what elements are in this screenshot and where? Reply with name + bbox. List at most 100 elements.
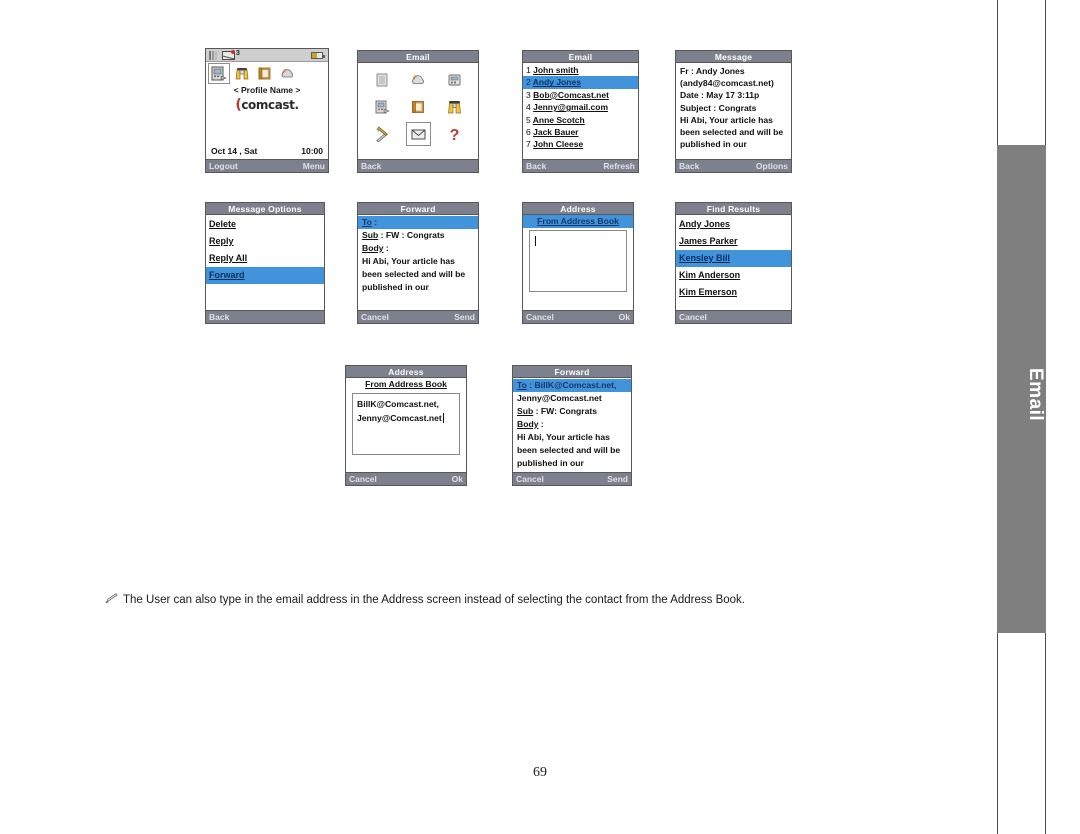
softkey-refresh[interactable]: Refresh <box>603 160 635 172</box>
list-item[interactable]: 4 Jenny@gmail.com <box>523 101 638 113</box>
screen-title: Find Results <box>676 203 791 215</box>
softkey-ok[interactable]: Ok <box>452 473 463 485</box>
list-item[interactable]: 6 Jack Bauer <box>523 126 638 138</box>
svg-text:?: ? <box>449 127 459 142</box>
item-label: Anne Scotch <box>532 114 585 125</box>
softkey-back[interactable]: Back <box>526 160 546 172</box>
idle-time: 10:00 <box>301 146 323 157</box>
message-line: (andy84@comcast.net) <box>680 78 774 89</box>
item-label: John Cleese <box>533 139 584 150</box>
softkey-bar: Back Refresh <box>523 159 638 172</box>
weather-cloud-icon[interactable] <box>280 66 296 81</box>
softkey-bar: Back <box>358 159 478 172</box>
softkey-bar: Cancel Ok <box>523 310 633 323</box>
menu-item-empty <box>206 284 324 301</box>
item-number: 4 <box>526 102 531 113</box>
item-label: Andy Jones <box>532 77 581 88</box>
sub-label: Sub <box>362 230 379 240</box>
address-input[interactable] <box>529 230 627 292</box>
menu-item-forward[interactable]: Forward <box>206 267 324 284</box>
softkey-cancel[interactable]: Cancel <box>516 473 544 485</box>
menu-item-reply-all[interactable]: Reply All <box>206 250 324 267</box>
list-item[interactable]: 3 Bob@Comcast.net <box>523 89 638 101</box>
menu-item-reply[interactable]: Reply <box>206 233 324 250</box>
section-tab-email: Email <box>997 145 1046 633</box>
section-tab-label: Email <box>1025 368 1046 422</box>
profile-name: < Profile Name > <box>233 85 301 95</box>
softkey-back[interactable]: Back <box>361 160 381 172</box>
message-line: Hi Abi, Your article has <box>680 114 773 125</box>
softkey-logout[interactable]: Logout <box>209 160 238 172</box>
calculator-icon[interactable] <box>446 72 463 88</box>
list-item[interactable]: 1 John smith <box>523 64 638 76</box>
message-line: published in our <box>680 139 747 150</box>
result-item[interactable]: Kim Anderson <box>676 267 791 284</box>
forward-to-field[interactable]: To : <box>358 216 478 229</box>
softkey-options[interactable]: Options <box>756 160 788 172</box>
softkey-send[interactable]: Send <box>607 473 628 485</box>
sub-value: : FW: Congrats <box>533 406 598 416</box>
forward-body-label[interactable]: Body : <box>358 242 478 255</box>
softkey-bar: Cancel Ok <box>346 472 466 485</box>
binoculars-icon[interactable] <box>234 66 250 81</box>
from-address-book-button[interactable]: From Address Book <box>523 215 633 228</box>
message-line: been selected and will be <box>680 127 784 138</box>
folder-icon[interactable] <box>410 99 427 115</box>
forward-body-line: been selected and will be <box>517 445 621 455</box>
forward-subject-field[interactable]: Sub : FW : Congrats <box>358 229 478 242</box>
softkey-cancel[interactable]: Cancel <box>526 311 554 323</box>
forward-subject-field[interactable]: Sub : FW: Congrats <box>513 405 631 418</box>
screen-title: Email <box>523 51 638 63</box>
from-address-book-button[interactable]: From Address Book <box>346 378 466 391</box>
help-question-icon[interactable]: ? <box>446 126 463 144</box>
softkey-send[interactable]: Send <box>454 311 475 323</box>
note-body: The User can also type in the email addr… <box>123 594 745 606</box>
address-input[interactable]: BillK@Comcast.net, Jenny@Comcast.net <box>352 393 460 455</box>
softkey-back[interactable]: Back <box>209 311 229 323</box>
battery-icon <box>311 52 325 59</box>
forward-form: To : BillK@Comcast.net, Jenny@Comcast.ne… <box>513 378 631 470</box>
binoculars-icon[interactable] <box>446 99 463 115</box>
body-value: : <box>383 243 389 253</box>
body-value: : <box>538 419 544 429</box>
screen-email-menu: Email ? Back <box>357 50 479 173</box>
menu-item-delete[interactable]: Delete <box>206 216 324 233</box>
forward-body-line: Hi Abi, Your article has <box>517 432 610 442</box>
phone-icon[interactable] <box>374 99 391 115</box>
softkey-back[interactable]: Back <box>679 160 699 172</box>
forward-to-field[interactable]: To : BillK@Comcast.net, <box>513 379 631 392</box>
pencil-icon <box>105 593 118 604</box>
item-label: Jenny@gmail.com <box>533 102 609 113</box>
softkey-cancel[interactable]: Cancel <box>679 311 707 323</box>
result-item[interactable]: Kim Emerson <box>676 284 791 301</box>
brand-text: comcast <box>241 97 295 112</box>
softkey-cancel[interactable]: Cancel <box>349 473 377 485</box>
page-number: 69 <box>533 765 547 780</box>
softkey-cancel[interactable]: Cancel <box>361 311 389 323</box>
envelope-icon[interactable] <box>405 122 431 147</box>
book-icon[interactable] <box>257 66 273 81</box>
list-item[interactable]: 7 John Cleese <box>523 138 638 150</box>
weather-cloud-icon[interactable] <box>410 72 427 88</box>
result-item[interactable]: Kensley Bill <box>676 250 791 267</box>
to-value: : <box>371 217 378 227</box>
tools-icon[interactable] <box>374 126 391 143</box>
message-line: Date : May 17 3:11p <box>680 90 760 101</box>
forward-body-label[interactable]: Body : <box>513 418 631 431</box>
result-item[interactable]: Andy Jones <box>676 216 791 233</box>
list-item[interactable]: 2 Andy Jones <box>523 76 638 89</box>
softkey-bar: Cancel <box>676 310 791 323</box>
item-number: 3 <box>526 89 531 100</box>
screen-title: Forward <box>358 203 478 215</box>
softkey-ok[interactable]: Ok <box>619 311 630 323</box>
address-line-wrap: Jenny@Comcast.net <box>357 411 455 425</box>
list-item[interactable]: 5 Anne Scotch <box>523 114 638 126</box>
screen-address-filled: Address From Address Book BillK@Comcast.… <box>345 365 467 486</box>
screen-find-results: Find Results Andy Jones James Parker Ken… <box>675 202 792 324</box>
softkey-menu[interactable]: Menu <box>303 160 325 172</box>
result-item[interactable]: James Parker <box>676 233 791 250</box>
screen-forward-empty: Forward To : Sub : FW : Congrats Body : … <box>357 202 479 324</box>
device-icon[interactable] <box>208 63 230 84</box>
notepad-icon[interactable] <box>374 72 391 88</box>
item-number: 5 <box>526 114 531 125</box>
